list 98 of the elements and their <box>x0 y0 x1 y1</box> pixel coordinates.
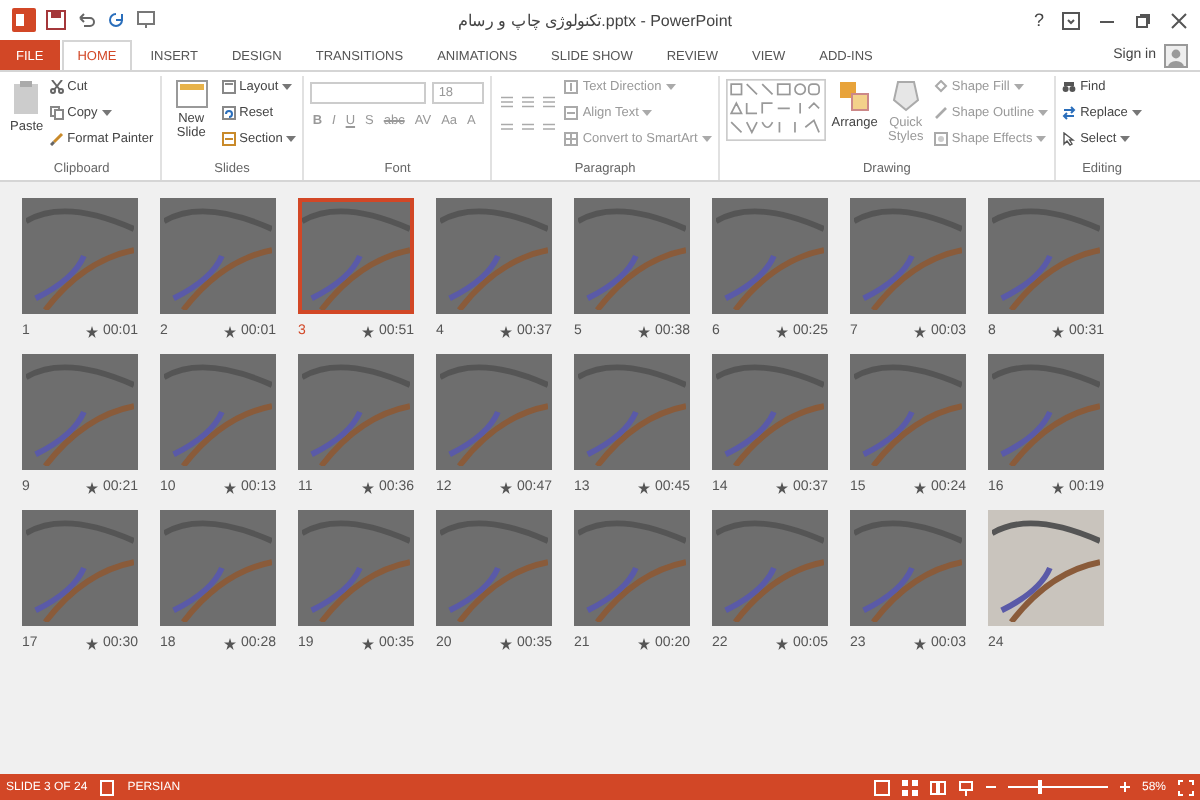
slide-thumbnail[interactable] <box>850 354 966 470</box>
shapes-gallery[interactable] <box>725 76 826 144</box>
save-icon[interactable] <box>46 10 66 30</box>
star-icon <box>362 325 375 337</box>
star-icon <box>638 637 651 649</box>
slide-thumbnail[interactable] <box>160 198 276 314</box>
caret-icon <box>286 136 297 142</box>
caret-icon <box>665 84 676 90</box>
slide-thumbnail[interactable] <box>712 198 828 314</box>
star-icon <box>362 481 375 493</box>
slide-thumbnail[interactable] <box>298 510 414 626</box>
slide-thumbnail[interactable] <box>22 198 138 314</box>
slide-icon <box>175 80 208 108</box>
smartart-icon <box>564 132 579 146</box>
pencil-icon <box>933 106 948 120</box>
font-name-field[interactable] <box>310 82 427 104</box>
zoom-in-icon[interactable] <box>1119 782 1130 792</box>
zoom-out-icon[interactable] <box>985 782 996 792</box>
star-icon <box>224 481 237 493</box>
star-icon <box>638 325 651 337</box>
slide-thumbnail[interactable] <box>436 510 552 626</box>
help-button[interactable]: ? <box>1033 10 1044 30</box>
slide-thumbnail[interactable] <box>574 354 690 470</box>
slide-thumbnail[interactable] <box>574 198 690 314</box>
slide-thumbnail[interactable] <box>850 510 966 626</box>
replace-icon <box>1062 106 1077 120</box>
slide-thumbnail[interactable] <box>850 198 966 314</box>
caret-icon <box>1036 136 1047 142</box>
ribbon-display-icon[interactable] <box>1062 11 1080 29</box>
slide-thumbnail[interactable] <box>712 354 828 470</box>
notes-icon[interactable] <box>99 779 116 795</box>
star-icon <box>914 481 927 493</box>
presentation-icon[interactable] <box>136 10 156 30</box>
binoculars-icon <box>1062 80 1077 94</box>
copy-icon <box>49 106 64 120</box>
text-direction-icon <box>564 80 579 94</box>
caret-icon <box>1013 84 1024 90</box>
slide-thumbnail[interactable] <box>988 510 1104 626</box>
fit-window-icon[interactable] <box>1178 779 1194 795</box>
star-icon <box>914 325 927 337</box>
slide-thumbnail[interactable] <box>160 354 276 470</box>
slide-thumbnail[interactable] <box>436 354 552 470</box>
slide-thumbnail[interactable] <box>22 510 138 626</box>
star-icon <box>776 637 789 649</box>
maximize-icon[interactable] <box>1134 11 1152 29</box>
layout-icon <box>221 80 236 94</box>
caret-icon <box>1131 110 1142 116</box>
slide-thumbnail[interactable] <box>712 510 828 626</box>
window-title: تکنولوژی چاپ و رسام.pptx - PowerPoint <box>455 11 735 29</box>
star-icon <box>86 325 99 337</box>
slide-thumbnail[interactable] <box>160 510 276 626</box>
slide-thumbnail[interactable] <box>988 198 1104 314</box>
star-icon <box>1052 325 1065 337</box>
scissors-icon <box>49 80 64 94</box>
slide-thumbnail[interactable] <box>22 354 138 470</box>
star-icon <box>86 481 99 493</box>
normal-view-icon[interactable] <box>873 779 890 795</box>
caret-icon <box>1120 136 1131 142</box>
align-text-icon <box>564 106 579 120</box>
reading-view-icon[interactable] <box>929 779 946 795</box>
caret-icon <box>101 110 112 116</box>
star-icon <box>914 637 927 649</box>
arrange-icon <box>838 80 871 112</box>
star-icon <box>1052 481 1065 493</box>
reset-icon <box>221 106 236 120</box>
close-icon[interactable] <box>1170 11 1188 29</box>
slide-thumbnail[interactable] <box>298 354 414 470</box>
redo-icon[interactable] <box>106 10 126 30</box>
caret-icon <box>282 84 293 90</box>
star-icon <box>224 637 237 649</box>
slide-thumbnail[interactable] <box>298 198 414 314</box>
paintbrush-icon <box>49 132 64 146</box>
undo-icon[interactable] <box>76 10 96 30</box>
star-icon <box>500 481 513 493</box>
shape-effects-icon <box>933 132 948 146</box>
slide-thumbnail[interactable] <box>988 354 1104 470</box>
app-logo-icon <box>12 8 36 32</box>
paint-bucket-icon <box>933 80 948 94</box>
slide-thumbnail[interactable] <box>574 510 690 626</box>
star-icon <box>638 481 651 493</box>
pointer-icon <box>1062 132 1077 146</box>
star-icon <box>500 637 513 649</box>
star-icon <box>776 481 789 493</box>
section-icon <box>221 132 236 146</box>
caret-icon <box>701 136 712 142</box>
avatar-icon[interactable] <box>1164 43 1188 67</box>
star-icon <box>500 325 513 337</box>
caret-icon <box>642 110 653 116</box>
star-icon <box>86 637 99 649</box>
slide-thumbnail[interactable] <box>436 198 552 314</box>
quick-styles-icon <box>891 80 920 112</box>
slideshow-icon[interactable] <box>957 779 974 795</box>
star-icon <box>776 325 789 337</box>
star-icon <box>362 637 375 649</box>
slide-sorter-icon[interactable] <box>901 779 918 795</box>
caret-icon <box>1038 110 1049 116</box>
star-icon <box>224 325 237 337</box>
clipboard-icon <box>10 80 43 116</box>
